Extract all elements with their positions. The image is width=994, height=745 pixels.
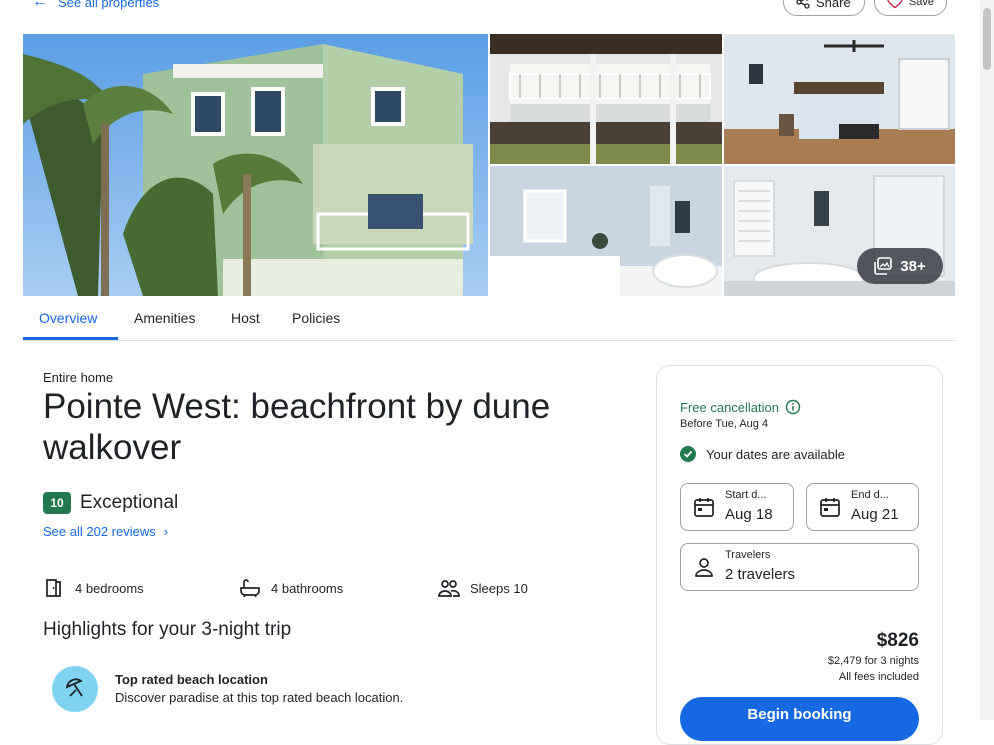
door-icon [46,579,61,597]
start-date-field[interactable]: Start d... Aug 18 [680,483,794,531]
cancellation-deadline: Before Tue, Aug 4 [680,418,769,430]
feature-bathrooms: 4 bathrooms [239,577,343,599]
show-all-photos-button[interactable]: 38+ [857,248,943,284]
travelers-value: 2 travelers [725,566,796,583]
tab-overview[interactable]: Overview [39,310,97,326]
reviews-link-label: See all 202 reviews [43,524,156,539]
save-button[interactable]: Save [874,0,947,16]
feature-sleeps: Sleeps 10 [438,577,528,599]
photo-gallery[interactable] [23,34,955,296]
tab-amenities[interactable]: Amenities [134,310,195,326]
begin-booking-button[interactable]: Begin booking [680,697,919,741]
heart-icon [887,0,903,9]
active-tab-indicator [23,337,118,340]
scrollbar-thumb[interactable] [983,8,991,70]
photos-icon [874,257,893,275]
page-title: Pointe West: beachfront by dune walkover [43,387,551,467]
end-date-field[interactable]: End d... Aug 21 [806,483,919,531]
availability-label: Your dates are available [706,446,846,462]
travelers-field[interactable]: Travelers 2 travelers [680,543,919,591]
see-all-reviews-link[interactable]: See all 202 reviews › [43,524,168,539]
feature-label: 4 bedrooms [75,580,144,596]
see-all-properties-link[interactable]: ← See all properties [32,0,159,10]
review-score-label: Exceptional [80,492,179,513]
free-cancellation: Free cancellation [680,399,801,415]
highlight-icon-badge [52,666,98,712]
photo-bathroom[interactable] [490,166,722,296]
photo-balcony[interactable] [490,34,722,164]
share-icon [796,0,810,9]
info-icon[interactable] [785,399,801,415]
photo-count-label: 38+ [900,257,926,275]
end-date-label: End d... [851,489,889,501]
end-date-value: Aug 21 [851,506,899,523]
total-price: $2,479 for 3 nights [827,655,919,667]
people-icon [438,580,460,597]
property-type: Entire home [43,370,114,385]
start-date-label: Start d... [725,489,767,501]
calendar-icon [694,498,714,517]
availability-status: Your dates are available [680,446,845,462]
section-tabs: Overview Amenities Host Policies [23,300,955,341]
back-label: See all properties [58,0,160,10]
travelers-label: Travelers [725,549,771,561]
nightly-price: $826 [876,630,919,651]
share-button[interactable]: Share [783,0,865,16]
beach-umbrella-icon [65,678,83,697]
chevron-right-icon: › [163,524,169,539]
calendar-icon [820,498,840,517]
feature-label: Sleeps 10 [470,580,528,596]
bathtub-icon [240,579,260,598]
highlight-title: Top rated beach location [115,672,268,687]
start-date-value: Aug 18 [725,506,773,523]
tab-policies[interactable]: Policies [292,310,340,326]
photo-bedroom[interactable] [724,34,955,164]
check-circle-icon [680,446,696,462]
person-icon [695,558,713,577]
photo-house-exterior[interactable] [23,34,488,296]
share-label: Share [816,0,851,10]
feature-label: 4 bathrooms [271,580,344,596]
fees-note: All fees included [838,671,919,683]
review-score-badge: 10 [43,492,71,514]
top-bar: ← See all properties Share Save [0,0,980,22]
page-scrollbar[interactable] [980,0,994,720]
highlights-heading: Highlights for your 3-night trip [43,619,292,640]
arrow-left-icon: ← [32,0,48,10]
tab-host[interactable]: Host [231,310,260,326]
free-cancellation-label: Free cancellation [680,399,779,415]
highlight-description: Discover paradise at this top rated beac… [115,690,404,705]
feature-bedrooms: 4 bedrooms [43,577,144,599]
save-label: Save [908,0,934,8]
